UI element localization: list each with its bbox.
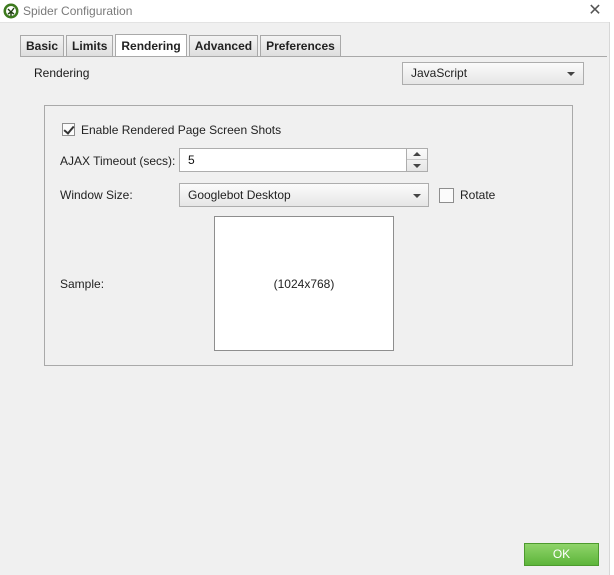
tab-bar: Basic Limits Rendering Advanced Preferen…: [20, 34, 343, 57]
tab-rendering[interactable]: Rendering: [115, 34, 187, 57]
title-bar: Spider Configuration ✕: [0, 0, 614, 23]
window-size-value: Googlebot Desktop: [188, 188, 291, 202]
ok-button[interactable]: OK: [524, 543, 599, 566]
spider-configuration-dialog: Spider Configuration ✕ Basic Limits Rend…: [0, 0, 614, 575]
sample-preview: (1024x768): [214, 216, 394, 351]
chevron-down-icon: [567, 72, 575, 76]
rendering-mode-select[interactable]: JavaScript: [402, 62, 584, 85]
chevron-down-icon: [413, 163, 421, 168]
tab-preferences[interactable]: Preferences: [260, 35, 341, 56]
rendering-mode-value: JavaScript: [411, 66, 468, 80]
tab-basic[interactable]: Basic: [20, 35, 65, 56]
window-size-select[interactable]: Googlebot Desktop: [179, 183, 429, 207]
enable-screenshots-checkbox[interactable]: [62, 123, 75, 136]
close-icon: ✕: [588, 2, 602, 19]
ajax-timeout-value: 5: [188, 153, 195, 167]
tab-advanced[interactable]: Advanced: [188, 35, 259, 56]
sample-dimensions: (1024x768): [273, 276, 335, 291]
rotate-label: Rotate: [460, 188, 496, 202]
window-title: Spider Configuration: [23, 4, 133, 18]
window-edge: [609, 22, 614, 575]
ajax-timeout-input[interactable]: 5: [179, 148, 407, 172]
ajax-timeout-label: AJAX Timeout (secs):: [60, 154, 176, 168]
sample-label: Sample:: [60, 277, 105, 291]
tab-divider: [20, 56, 607, 57]
ajax-timeout-stepper[interactable]: [406, 148, 428, 172]
tab-limits[interactable]: Limits: [66, 35, 114, 56]
window-size-label: Window Size:: [60, 188, 133, 202]
chevron-down-icon: [413, 194, 421, 198]
rendering-label: Rendering: [34, 66, 90, 80]
stepper-down-button[interactable]: [407, 160, 427, 171]
rotate-checkbox[interactable]: [439, 188, 454, 203]
close-button[interactable]: ✕: [586, 2, 604, 20]
chevron-up-icon: [413, 152, 421, 156]
enable-screenshots-label: Enable Rendered Page Screen Shots: [81, 123, 282, 137]
stepper-up-button[interactable]: [407, 149, 427, 160]
spider-logo-icon: [3, 3, 19, 19]
